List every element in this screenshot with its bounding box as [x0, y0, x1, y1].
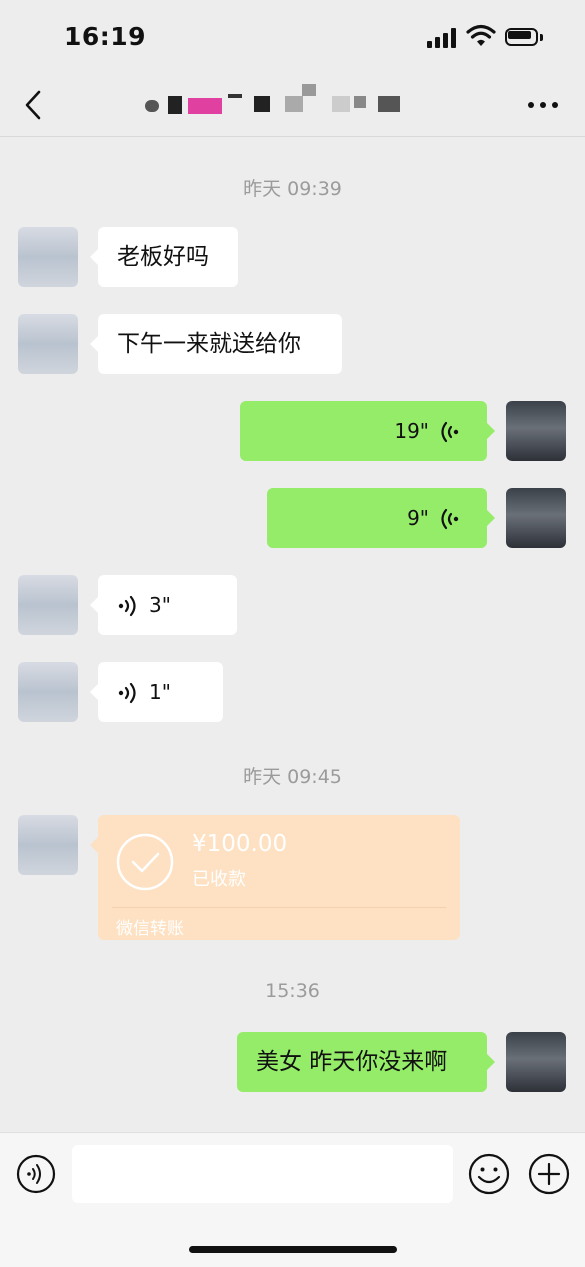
voice-wave-icon	[441, 508, 459, 530]
battery-icon	[505, 28, 545, 48]
transfer-status: 已收款	[192, 869, 246, 890]
voice-wave-icon	[118, 682, 136, 704]
incoming-text-bubble[interactable]: 下午一来就送给你	[90, 314, 342, 374]
back-chevron-icon[interactable]	[18, 88, 52, 122]
timestamp-3: 15:36	[265, 980, 320, 1002]
contact-avatar[interactable]	[18, 662, 78, 722]
voice-duration: 9"	[407, 506, 429, 530]
transfer-amount: ¥100.00	[192, 831, 288, 857]
transfer-divider	[112, 907, 446, 908]
chat-message-list[interactable]: 昨天 09:39 老板好吗 下午一来就送给你 19" 9" 3" 1" 昨天 0…	[0, 137, 585, 1132]
outgoing-voice-bubble[interactable]: 9"	[267, 488, 495, 548]
timestamp-2: 昨天 09:45	[243, 766, 342, 788]
more-options-icon[interactable]	[526, 96, 560, 116]
voice-duration: 19"	[394, 419, 429, 443]
voice-duration: 3"	[149, 593, 171, 617]
emoji-button-icon[interactable]	[468, 1153, 510, 1195]
transfer-footer-label: 微信转账	[116, 919, 184, 939]
wifi-icon	[466, 24, 496, 46]
more-actions-plus-icon[interactable]	[528, 1153, 570, 1195]
my-avatar[interactable]	[506, 488, 566, 548]
contact-avatar[interactable]	[18, 227, 78, 287]
incoming-voice-bubble[interactable]: 1"	[90, 662, 223, 722]
timestamp-1: 昨天 09:39	[243, 178, 342, 200]
status-time: 16:19	[64, 22, 147, 51]
voice-wave-icon	[118, 595, 136, 617]
received-check-icon	[116, 833, 174, 891]
contact-avatar[interactable]	[18, 314, 78, 374]
my-avatar[interactable]	[506, 1032, 566, 1092]
cellular-signal-icon	[427, 28, 459, 48]
home-indicator[interactable]	[189, 1246, 397, 1253]
my-avatar[interactable]	[506, 401, 566, 461]
outgoing-voice-bubble[interactable]: 19"	[240, 401, 495, 461]
contact-avatar[interactable]	[18, 575, 78, 635]
message-input-bar	[0, 1132, 585, 1267]
contact-avatar[interactable]	[18, 815, 78, 875]
chat-title-redacted	[140, 84, 440, 124]
voice-duration: 1"	[149, 680, 171, 704]
message-input-field[interactable]	[72, 1145, 453, 1203]
wechat-transfer-card[interactable]: ¥100.00 已收款 微信转账	[90, 815, 460, 940]
status-bar: 16:19	[0, 0, 585, 78]
voice-wave-icon	[441, 421, 459, 443]
outgoing-text-bubble[interactable]: 美女 昨天你没来啊	[237, 1032, 495, 1092]
incoming-voice-bubble[interactable]: 3"	[90, 575, 237, 635]
chat-nav-bar	[0, 78, 585, 137]
voice-input-button-icon[interactable]	[16, 1154, 56, 1194]
incoming-text-bubble[interactable]: 老板好吗	[90, 227, 238, 287]
